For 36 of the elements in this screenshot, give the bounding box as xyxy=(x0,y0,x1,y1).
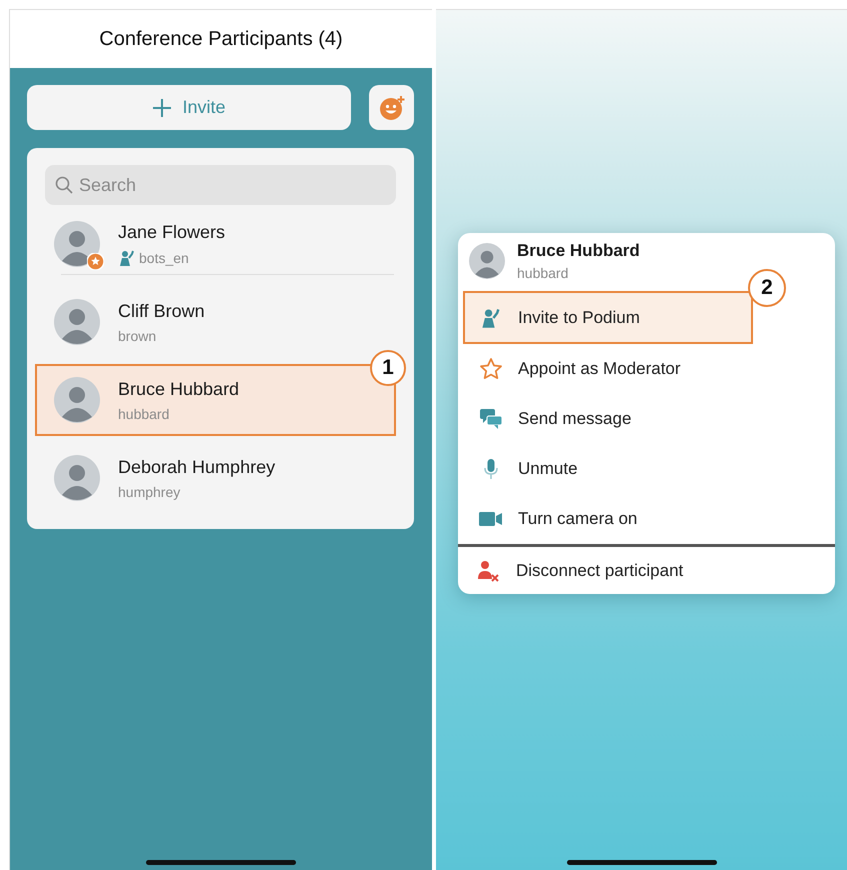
avatar-silhouette-icon xyxy=(54,455,100,501)
menu-item[interactable]: Send message xyxy=(463,394,753,444)
podium-speaker-icon xyxy=(480,306,502,328)
callout-number: 1 xyxy=(370,350,406,386)
add-reaction-button[interactable] xyxy=(369,85,414,130)
search-field[interactable]: Search xyxy=(45,165,396,205)
participant-name: Bruce Hubbard xyxy=(517,241,640,261)
smiley-icon xyxy=(378,94,404,120)
microphone-icon xyxy=(484,458,498,480)
participant-username: brown xyxy=(118,328,156,344)
star-icon xyxy=(479,357,503,381)
menu-item[interactable]: Appoint as Moderator xyxy=(463,344,753,394)
remove-user-icon xyxy=(477,558,501,582)
avatar-silhouette-icon xyxy=(469,243,505,279)
avatar-silhouette-icon xyxy=(54,221,100,267)
participant-name: Cliff Brown xyxy=(118,300,205,322)
participant-name: Deborah Humphrey xyxy=(118,456,276,478)
participant-name: Bruce Hubbard xyxy=(118,378,240,400)
participant-username: hubbard xyxy=(118,406,170,422)
avatar-silhouette-icon xyxy=(54,299,100,345)
participant-username: bots_en xyxy=(139,250,189,266)
video-camera-icon xyxy=(479,511,503,527)
participant-name: Jane Flowers xyxy=(118,222,226,242)
screen-title: Conference Participants (4) xyxy=(99,28,343,50)
participant-row[interactable]: Jane Flowers bots_en xyxy=(35,211,396,277)
menu-item[interactable]: Invite to Podium xyxy=(463,291,753,344)
avatar-silhouette-icon xyxy=(54,377,100,423)
participant-username: humphrey xyxy=(118,484,180,500)
menu-item[interactable]: Turn camera on xyxy=(463,494,753,544)
plus-icon xyxy=(152,98,172,118)
participant-username: hubbard xyxy=(517,265,570,281)
participant-row[interactable]: Deborah Humphrey humphrey xyxy=(35,445,396,511)
callout-number: 2 xyxy=(748,269,786,307)
chat-bubbles-icon xyxy=(479,408,503,430)
menu-item[interactable]: Disconnect participant xyxy=(458,544,835,594)
menu-item[interactable]: Unmute xyxy=(463,444,753,494)
